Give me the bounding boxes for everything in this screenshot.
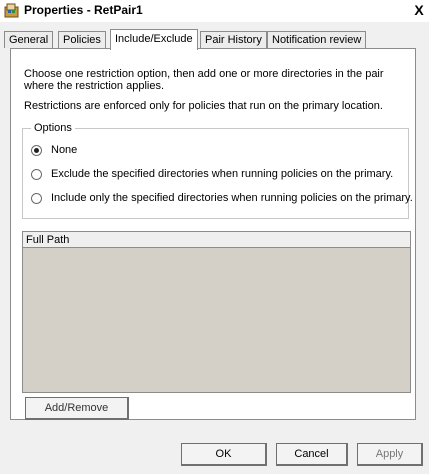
- properties-dialog: Properties - RetPair1 X General Policies…: [0, 0, 429, 474]
- radio-button[interactable]: [31, 169, 42, 180]
- radio-button[interactable]: [31, 193, 42, 204]
- close-button[interactable]: X: [411, 1, 427, 19]
- include-exclude-panel: Choose one restriction option, then add …: [10, 48, 416, 420]
- tab-pair-history[interactable]: Pair History: [200, 31, 267, 48]
- directory-list[interactable]: Full Path: [22, 231, 411, 393]
- column-header-full-path[interactable]: Full Path: [26, 234, 69, 246]
- radio-selected-dot: [34, 148, 39, 153]
- tab-strip: General Policies Include/Exclude Pair Hi…: [4, 29, 424, 50]
- options-group: Options None Exclude the specified direc…: [22, 122, 413, 219]
- ok-button[interactable]: OK: [181, 443, 267, 466]
- apply-button[interactable]: Apply: [357, 443, 423, 466]
- list-header: Full Path: [23, 232, 410, 248]
- tab-general[interactable]: General: [4, 31, 54, 48]
- tab-include-exclude[interactable]: Include/Exclude: [110, 29, 198, 50]
- window-title: Properties - RetPair1: [24, 3, 143, 17]
- tab-policies[interactable]: Policies: [58, 31, 106, 48]
- options-legend: Options: [31, 122, 75, 134]
- cancel-button[interactable]: Cancel: [276, 443, 348, 466]
- option-label: Include only the specified directories w…: [51, 192, 413, 204]
- option-label: Exclude the specified directories when r…: [51, 168, 394, 180]
- properties-icon: [4, 3, 20, 18]
- title-bar: Properties - RetPair1 X: [0, 0, 429, 22]
- restriction-instructions: Choose one restriction option, then add …: [24, 68, 384, 92]
- tab-notification-review[interactable]: Notification review: [267, 31, 367, 48]
- radio-button[interactable]: [31, 145, 42, 156]
- option-label: None: [51, 144, 78, 156]
- restriction-note: Restrictions are enforced only for polic…: [24, 100, 383, 112]
- add-remove-button[interactable]: Add/Remove: [25, 397, 129, 420]
